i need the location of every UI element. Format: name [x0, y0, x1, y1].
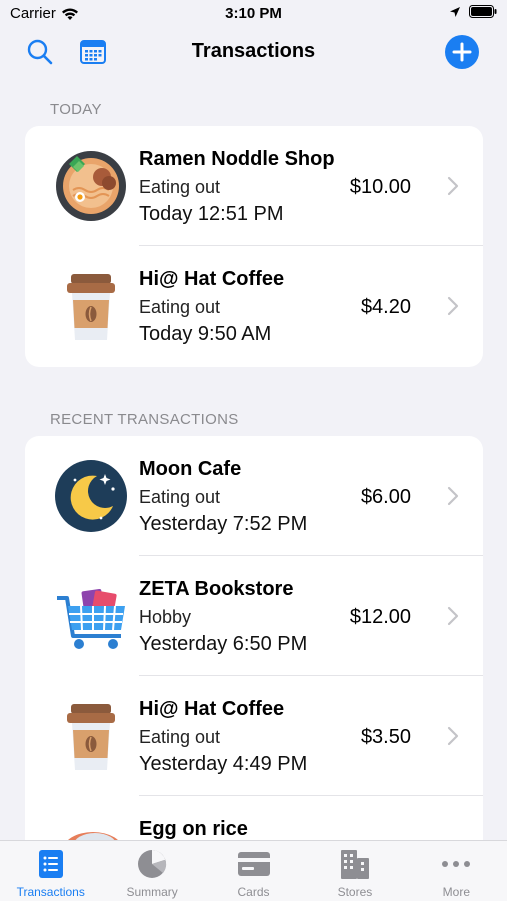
tab-stores[interactable]: Stores — [304, 841, 405, 901]
transaction-name: Egg on rice — [139, 818, 248, 840]
battery-icon — [469, 5, 497, 18]
status-time: 3:10 PM — [225, 5, 282, 22]
transaction-name: Hi@ Hat Coffee — [139, 268, 285, 290]
ramen-icon — [55, 150, 127, 222]
location-arrow-icon — [450, 6, 460, 17]
tab-bar: Transactions Summary Cards Stores More — [0, 840, 507, 901]
transaction-category: Eating out — [139, 297, 221, 317]
transaction-amount: $4.20 — [360, 296, 411, 318]
transaction-category: Hobby — [139, 607, 192, 627]
transaction-amount: $6.00 — [360, 486, 411, 508]
add-button[interactable] — [444, 34, 480, 70]
transaction-name: Hi@ Hat Coffee — [139, 698, 285, 720]
chevron-right-icon — [447, 176, 459, 196]
transaction-category: Eating out — [139, 727, 221, 747]
status-right — [449, 5, 497, 18]
chevron-right-icon — [447, 486, 459, 506]
more-icon — [440, 849, 472, 879]
tab-transactions[interactable]: Transactions — [0, 841, 101, 901]
transaction-category: Eating out — [139, 177, 221, 197]
transaction-name: ZETA Bookstore — [139, 578, 294, 600]
status-bar: Carrier 3:10 PM — [0, 0, 507, 30]
tab-label: Stores — [337, 885, 373, 899]
recent-card: Moon Cafe Eating out Yesterday 7:52 PM $… — [25, 436, 483, 876]
moon-icon — [55, 460, 127, 532]
transaction-time: Yesterday 4:49 PM — [139, 753, 308, 775]
transaction-category: Eating out — [139, 487, 221, 507]
transaction-time: Yesterday 6:50 PM — [139, 633, 308, 655]
chevron-right-icon — [447, 296, 459, 316]
chevron-right-icon — [447, 726, 459, 746]
transaction-row[interactable]: Hi@ Hat Coffee Eating out Today 9:50 AM … — [25, 246, 483, 366]
shopping-cart-icon — [55, 580, 127, 652]
section-header-today: TODAY — [50, 101, 102, 118]
coffee-cup-icon — [55, 270, 127, 342]
transaction-time: Today 12:51 PM — [139, 203, 284, 225]
tab-label: Cards — [237, 885, 270, 899]
nav-bar: Transactions — [0, 30, 507, 76]
transaction-row[interactable]: Moon Cafe Eating out Yesterday 7:52 PM $… — [25, 436, 483, 556]
transaction-amount: $12.00 — [349, 606, 411, 628]
list-icon — [35, 849, 67, 879]
chevron-right-icon — [447, 606, 459, 626]
section-header-recent: RECENT TRANSACTIONS — [50, 411, 239, 428]
today-card: Ramen Noddle Shop Eating out Today 12:51… — [25, 126, 483, 367]
transaction-name: Moon Cafe — [139, 458, 242, 480]
transaction-amount: $10.00 — [349, 176, 411, 198]
transaction-name: Ramen Noddle Shop — [139, 148, 335, 170]
tab-cards[interactable]: Cards — [203, 841, 304, 901]
transaction-row[interactable]: Ramen Noddle Shop Eating out Today 12:51… — [25, 126, 483, 246]
transaction-time: Yesterday 7:52 PM — [139, 513, 308, 535]
pie-chart-icon — [136, 849, 168, 879]
tab-label: More — [442, 885, 470, 899]
add-icon — [445, 35, 479, 69]
tab-summary[interactable]: Summary — [101, 841, 202, 901]
transaction-time: Today 9:50 AM — [139, 323, 272, 345]
card-icon — [237, 849, 270, 879]
transaction-amount: $3.50 — [360, 726, 411, 748]
transaction-row[interactable]: Hi@ Hat Coffee Eating out Yesterday 4:49… — [25, 676, 483, 796]
transaction-row[interactable]: ZETA Bookstore Hobby Yesterday 6:50 PM $… — [25, 556, 483, 676]
tab-label: Transactions — [16, 885, 85, 899]
building-icon — [339, 849, 371, 879]
tab-more[interactable]: More — [406, 841, 507, 901]
tab-label: Summary — [126, 885, 178, 899]
coffee-cup-icon — [55, 700, 127, 772]
page-title: Transactions — [191, 40, 316, 62]
